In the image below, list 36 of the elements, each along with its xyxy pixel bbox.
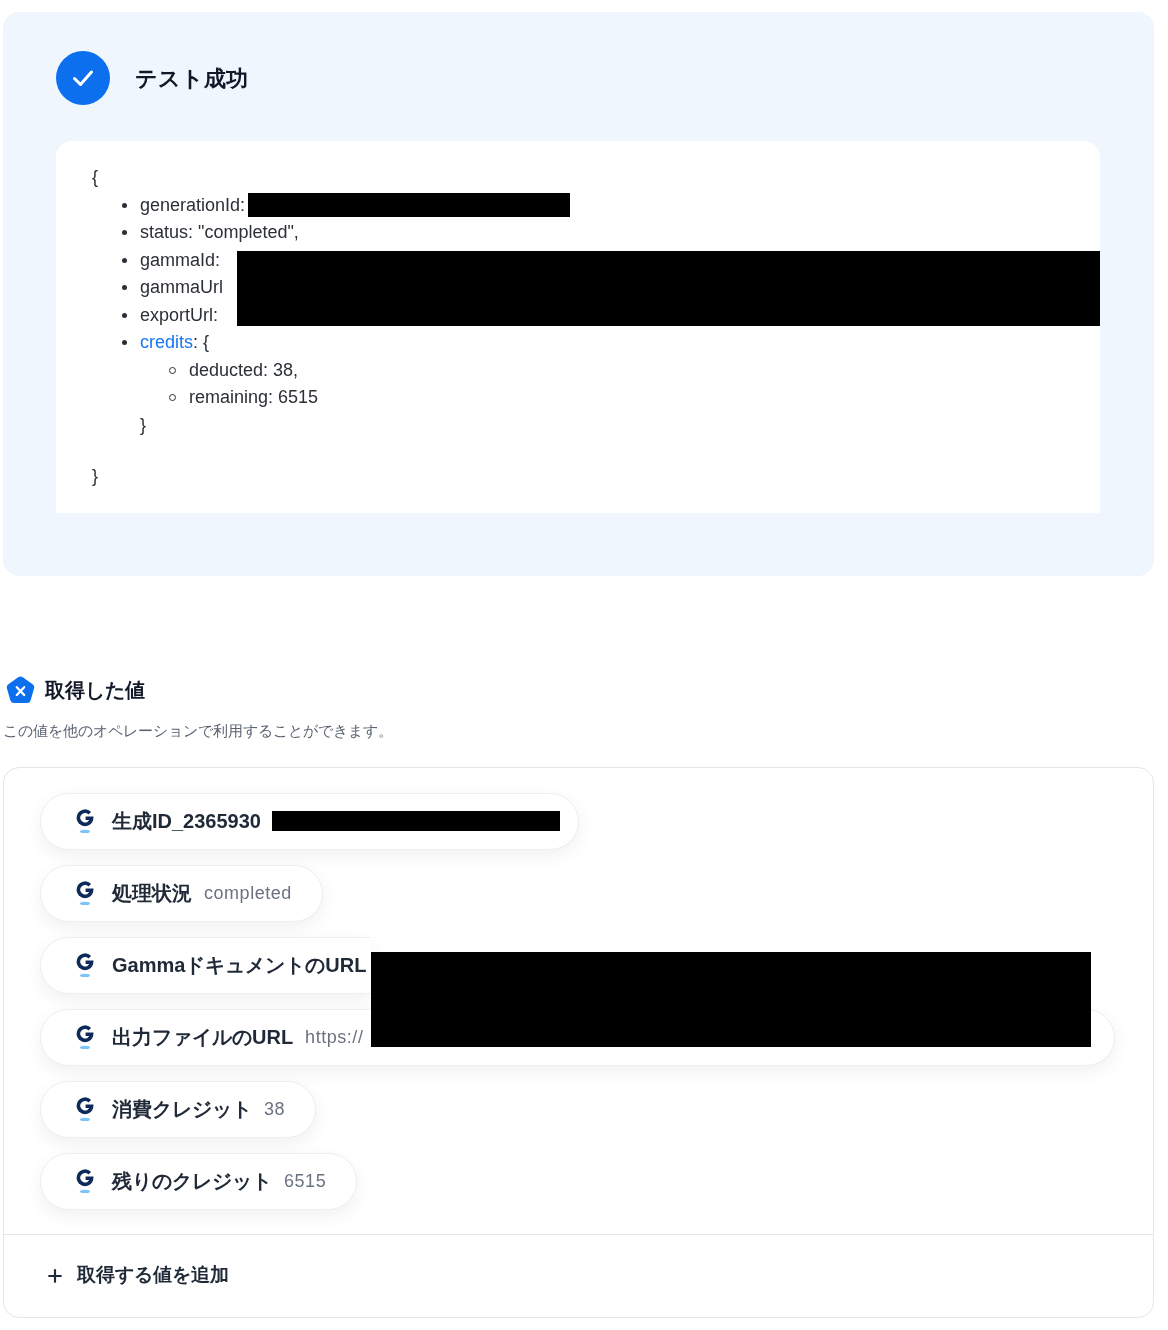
pentagon-x-icon bbox=[6, 675, 35, 704]
add-value-button[interactable]: 取得する値を追加 bbox=[45, 1261, 229, 1290]
g-logo-icon bbox=[76, 1096, 94, 1122]
json-brace: } bbox=[140, 414, 146, 435]
value-chip[interactable]: 生成ID_2365930 bbox=[40, 792, 579, 850]
json-line: generationId: bbox=[140, 193, 246, 217]
bullet-icon bbox=[122, 230, 127, 236]
json-line: gammaUrl bbox=[140, 276, 223, 299]
json-line: : { bbox=[193, 331, 210, 354]
json-key-link[interactable]: credits bbox=[140, 329, 193, 357]
check-circle-icon bbox=[56, 51, 110, 105]
json-line: gammaId: bbox=[140, 248, 221, 272]
value-chip[interactable]: 消費クレジット 38 bbox=[40, 1080, 317, 1138]
bullet-icon bbox=[122, 312, 127, 318]
g-logo-icon bbox=[76, 808, 94, 834]
json-line: status: "completed", bbox=[140, 221, 299, 244]
g-logo-icon bbox=[76, 1168, 94, 1194]
value-chip[interactable]: 出力ファイルのURL https:// bbox=[40, 1008, 1115, 1066]
g-logo-icon bbox=[76, 1024, 94, 1050]
section-description: この値を他のオペレーションで利用することができます。 bbox=[3, 720, 393, 741]
value-chip[interactable]: 処理状況 completed bbox=[40, 864, 323, 922]
json-line: exportUrl: bbox=[140, 303, 219, 327]
section-title: 取得した値 bbox=[45, 677, 145, 703]
json-brace: } bbox=[92, 466, 98, 486]
bullet-icon bbox=[122, 285, 127, 291]
value-chip[interactable]: GammaドキュメントのURL bbox=[40, 936, 371, 994]
value-chip[interactable]: 残りのクレジット 6515 bbox=[40, 1152, 358, 1210]
bullet-icon bbox=[122, 202, 127, 208]
bullet-icon bbox=[122, 257, 127, 263]
bullet-icon bbox=[122, 340, 127, 346]
json-line: deducted: 38, bbox=[189, 358, 299, 382]
json-line: remaining: 6515 bbox=[189, 386, 319, 409]
g-logo-icon bbox=[76, 952, 94, 978]
json-brace: { bbox=[92, 167, 98, 187]
result-title: テスト成功 bbox=[135, 64, 248, 93]
g-logo-icon bbox=[76, 880, 94, 906]
